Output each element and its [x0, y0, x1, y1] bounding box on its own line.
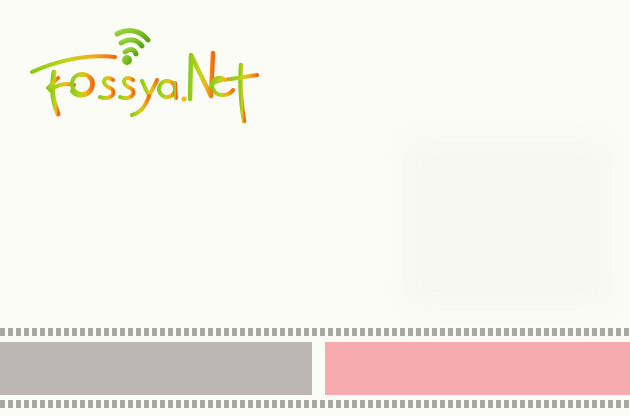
film-frame-left	[0, 342, 312, 395]
site-logo[interactable]	[24, 18, 264, 126]
film-holes-top	[0, 328, 630, 336]
logo-wordmark	[30, 50, 259, 124]
wifi-signal-icon	[114, 28, 151, 65]
film-holes-bottom	[0, 400, 630, 408]
film-perforation-top	[0, 328, 630, 336]
film-perforation-bottom	[0, 400, 630, 408]
hero-background-fade	[395, 128, 620, 318]
film-frame-right	[325, 342, 630, 395]
